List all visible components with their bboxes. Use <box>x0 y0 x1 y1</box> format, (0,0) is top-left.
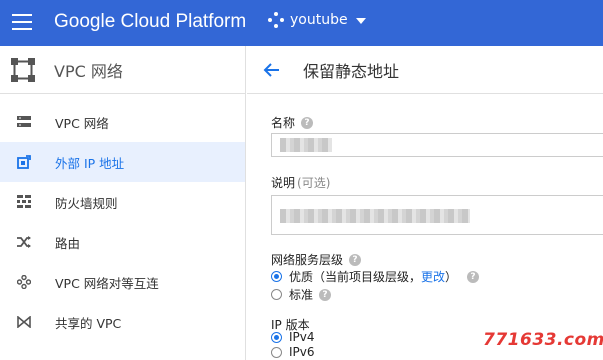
name-field-label: 名称 ? <box>271 114 314 131</box>
sidebar-item-label: 防火墙规则 <box>55 195 118 211</box>
sidebar-item-peering[interactable]: VPC 网络对等互连 <box>0 262 245 302</box>
watermark: 771633.com <box>483 330 603 350</box>
vpc-network-icon <box>16 114 32 130</box>
name-input[interactable] <box>271 133 603 157</box>
optional-tag: (可选) <box>297 176 331 190</box>
shared-vpc-icon <box>16 314 32 330</box>
project-selector[interactable]: youtube <box>268 12 366 28</box>
network-tier-label: 网络服务层级 ? <box>271 251 362 268</box>
sidebar-item-label: 共享的 VPC <box>55 315 122 331</box>
tier-premium-option[interactable]: 优质（当前项目级层级， 更改） ? <box>271 268 480 285</box>
sidebar-item-shared-vpc[interactable]: 共享的 VPC <box>0 302 245 342</box>
redacted-description-value <box>280 209 470 223</box>
page-title: 保留静态地址 <box>303 61 400 81</box>
ipv4-option[interactable]: IPv4 <box>271 330 315 344</box>
menu-icon[interactable] <box>12 14 32 30</box>
tier-standard-option[interactable]: 标准 ? <box>271 286 332 303</box>
description-field-label: 说明 (可选) <box>271 174 330 191</box>
network-tier-label-text: 网络服务层级 <box>271 253 344 267</box>
vpc-logo-icon <box>11 57 35 82</box>
main-panel: 保留静态地址 名称 ? 说明 (可选) 网络服务层级 ? 优质（当前项目级层级，… <box>247 46 603 360</box>
tier-premium-text: 优质（当前项目级层级， <box>289 270 422 284</box>
app-title[interactable]: Google Cloud Platform <box>54 11 246 33</box>
help-icon[interactable]: ? <box>301 116 314 129</box>
help-icon[interactable]: ? <box>349 253 362 266</box>
description-input[interactable] <box>271 195 603 235</box>
firewall-icon <box>16 194 32 210</box>
project-name: youtube <box>290 12 348 28</box>
help-icon[interactable]: ? <box>319 288 332 301</box>
sidebar-item-vpc-networks[interactable]: VPC 网络 <box>0 102 245 142</box>
radio-ipv4[interactable] <box>271 331 282 343</box>
back-arrow-icon[interactable] <box>263 61 281 79</box>
sidebar-header: VPC 网络 <box>0 46 245 94</box>
change-tier-link[interactable]: 更改 <box>421 268 445 285</box>
sidebar-item-label: 路由 <box>55 235 81 251</box>
sidebar-item-label: 外部 IP 地址 <box>55 155 125 171</box>
radio-ipv6[interactable] <box>271 346 282 358</box>
routes-icon <box>16 234 32 250</box>
radio-standard[interactable] <box>271 289 282 300</box>
sidebar-title: VPC 网络 <box>54 61 123 81</box>
peering-icon <box>16 274 32 290</box>
sidebar-item-label: VPC 网络对等互连 <box>55 275 159 291</box>
tier-premium-suffix: ） <box>445 270 458 284</box>
tier-standard-text: 标准 <box>289 288 314 302</box>
radio-premium[interactable] <box>271 271 282 282</box>
ipv6-option[interactable]: IPv6 <box>271 345 315 359</box>
sidebar-item-firewall[interactable]: 防火墙规则 <box>0 182 245 222</box>
redacted-name-value <box>280 138 332 152</box>
ipv6-text: IPv6 <box>289 345 315 359</box>
chevron-down-icon <box>355 18 366 24</box>
help-icon[interactable]: ? <box>467 270 480 283</box>
project-dots-icon <box>268 12 284 28</box>
sidebar-item-label: VPC 网络 <box>55 115 109 131</box>
ipv4-text: IPv4 <box>289 330 315 344</box>
sidebar: VPC 网络 VPC 网络 外部 IP 地址 防火墙规则 路由 VPC 网络对等… <box>0 46 246 360</box>
sidebar-item-routes[interactable]: 路由 <box>0 222 245 262</box>
external-ip-icon <box>16 154 32 170</box>
description-label-text: 说明 <box>271 176 296 190</box>
name-label-text: 名称 <box>271 116 296 130</box>
sidebar-item-external-ip[interactable]: 外部 IP 地址 <box>0 142 245 182</box>
page-header: 保留静态地址 <box>247 46 603 94</box>
top-app-bar: Google Cloud Platform youtube <box>0 0 603 46</box>
